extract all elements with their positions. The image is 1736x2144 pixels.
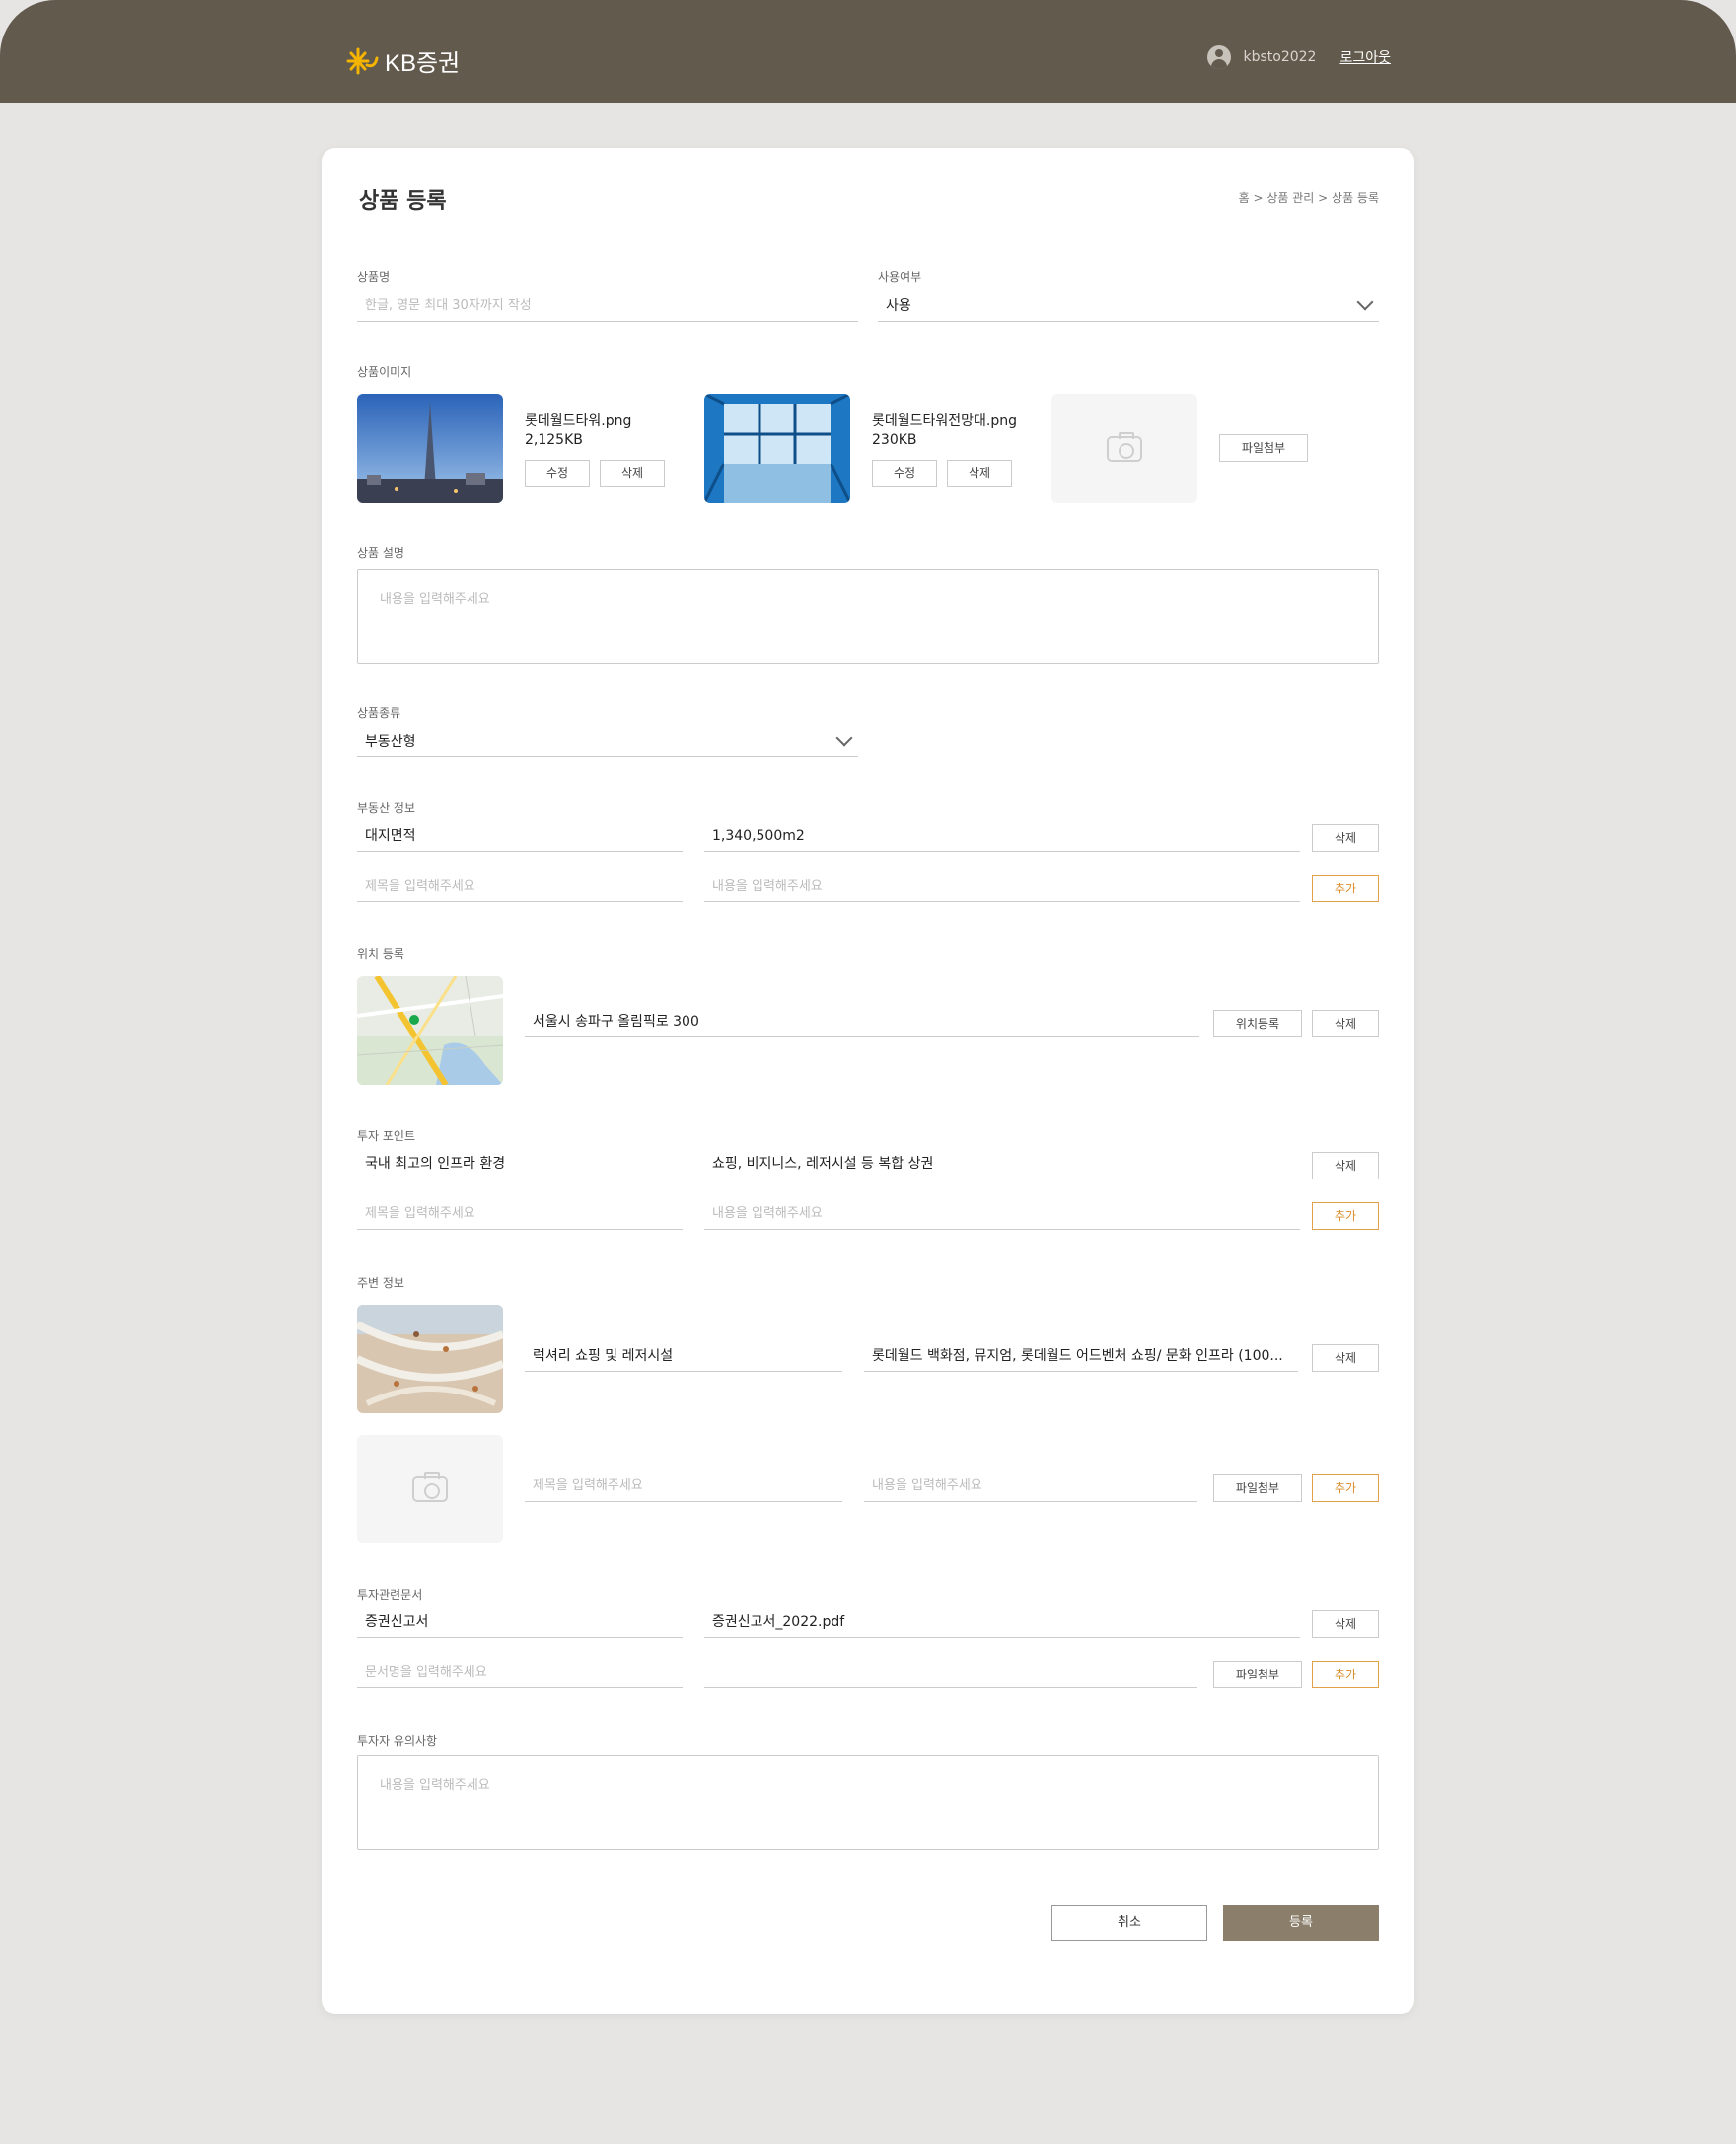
page-title: 상품 등록 [359,189,447,214]
location-register-button[interactable]: 위치등록 [1213,1010,1302,1037]
notice-textarea[interactable]: 내용을 입력해주세요 [357,1755,1379,1850]
image-thumb-tower [357,394,503,503]
notice-label: 투자자 유의사항 [357,1734,438,1748]
image-edit-button[interactable]: 수정 [525,460,590,487]
location-delete-button[interactable]: 삭제 [1312,1010,1379,1037]
document-new-file-field[interactable] [704,1657,1197,1688]
product-name-label: 상품명 [357,270,391,284]
camera-icon [1107,432,1142,462]
document-file-field[interactable]: 증권신고서_2022.pdf [704,1607,1300,1638]
nearby-add-button[interactable]: 추가 [1312,1474,1379,1502]
usage-select[interactable]: 사용 [878,290,1379,322]
username: kbsto2022 [1243,49,1317,65]
usage-value: 사용 [886,298,911,314]
document-title-field[interactable]: 증권신고서 [357,1607,683,1638]
invest-point-title-field[interactable]: 국내 최고의 인프라 환경 [357,1148,683,1179]
nearby-image-upload-slot[interactable] [357,1435,503,1543]
product-type-label: 상품종류 [357,706,401,720]
top-bar: KB증권 kbsto2022 로그아웃 [0,0,1736,103]
product-type-value: 부동산형 [365,734,416,750]
user-avatar-icon [1207,45,1232,69]
chevron-down-icon [835,729,853,747]
image-file-name: 롯데월드타워.png [525,413,632,429]
realestate-content-field[interactable]: 1,340,500m2 [704,821,1300,852]
realestate-add-button[interactable]: 추가 [1312,875,1379,902]
usage-label: 사용여부 [878,270,922,284]
document-add-button[interactable]: 추가 [1312,1661,1379,1688]
document-delete-button[interactable]: 삭제 [1312,1610,1379,1638]
documents-label: 투자관련문서 [357,1588,423,1602]
document-attach-button[interactable]: 파일첨부 [1213,1661,1302,1688]
product-form-card: 상품 등록 홈 > 상품 관리 > 상품 등록 상품명 한글, 영문 최대 30… [322,148,1414,2014]
chevron-down-icon [1356,293,1374,311]
image-file-size: 2,125KB [525,432,583,448]
invest-point-new-title-input[interactable]: 제목을 입력해주세요 [357,1198,683,1230]
nearby-attach-button[interactable]: 파일첨부 [1213,1474,1302,1502]
image-delete-button[interactable]: 삭제 [600,460,665,487]
invest-point-new-content-input[interactable]: 내용을 입력해주세요 [704,1198,1300,1230]
invest-point-content-field[interactable]: 쇼핑, 비지니스, 레저시설 등 복합 상권 [704,1148,1300,1179]
nearby-image-thumb [357,1305,503,1413]
description-label: 상품 설명 [357,546,404,560]
image-attach-button[interactable]: 파일첨부 [1219,434,1308,462]
images-label: 상품이미지 [357,365,412,379]
image-file-size: 230KB [872,432,917,448]
realestate-title-field[interactable]: 대지면적 [357,821,683,852]
nearby-content-field[interactable]: 롯데월드 백화점, 뮤지엄, 롯데월드 어드벤처 쇼핑/ 문화 인프라 (100… [864,1340,1298,1372]
description-textarea[interactable]: 내용을 입력해주세요 [357,569,1379,664]
product-type-select[interactable]: 부동산형 [357,726,858,757]
location-label: 위치 등록 [357,947,404,961]
invest-point-label: 투자 포인트 [357,1129,416,1143]
logo-text: KB증권 [385,50,461,77]
app-frame: KB증권 kbsto2022 로그아웃 상품 등록 홈 > 상품 관리 > 상품… [0,0,1736,2144]
location-address-field[interactable]: 서울시 송파구 올림픽로 300 [525,1006,1199,1037]
kb-logo[interactable]: KB증권 [345,43,460,78]
image-edit-button[interactable]: 수정 [872,460,937,487]
image-file-name: 롯데월드타워전망대.png [872,413,1018,429]
nearby-label: 주변 정보 [357,1276,404,1290]
nearby-new-content-input[interactable]: 내용을 입력해주세요 [864,1470,1197,1502]
nearby-delete-button[interactable]: 삭제 [1312,1344,1379,1372]
realestate-new-content-input[interactable]: 내용을 입력해주세요 [704,871,1300,902]
realestate-label: 부동산 정보 [357,801,416,815]
realestate-new-title-input[interactable]: 제목을 입력해주세요 [357,871,683,902]
breadcrumb: 홈 > 상품 관리 > 상품 등록 [1238,191,1379,205]
product-name-input[interactable]: 한글, 영문 최대 30자까지 작성 [357,290,858,322]
camera-icon [412,1472,448,1502]
realestate-delete-button[interactable]: 삭제 [1312,824,1379,852]
cancel-button[interactable]: 취소 [1051,1905,1207,1941]
kb-star-icon [346,47,379,74]
image-delete-button[interactable]: 삭제 [947,460,1012,487]
nearby-new-title-input[interactable]: 제목을 입력해주세요 [525,1470,842,1502]
user-area: kbsto2022 로그아웃 [1207,45,1391,69]
nearby-title-field[interactable]: 럭셔리 쇼핑 및 레저시설 [525,1340,842,1372]
image-upload-slot[interactable] [1051,394,1197,503]
invest-point-delete-button[interactable]: 삭제 [1312,1152,1379,1179]
invest-point-add-button[interactable]: 추가 [1312,1202,1379,1230]
image-thumb-observatory [704,394,850,503]
location-map-thumb [357,976,503,1085]
document-new-title-input[interactable]: 문서명을 입력해주세요 [357,1657,683,1688]
logout-link[interactable]: 로그아웃 [1339,47,1391,67]
submit-button[interactable]: 등록 [1223,1905,1379,1941]
